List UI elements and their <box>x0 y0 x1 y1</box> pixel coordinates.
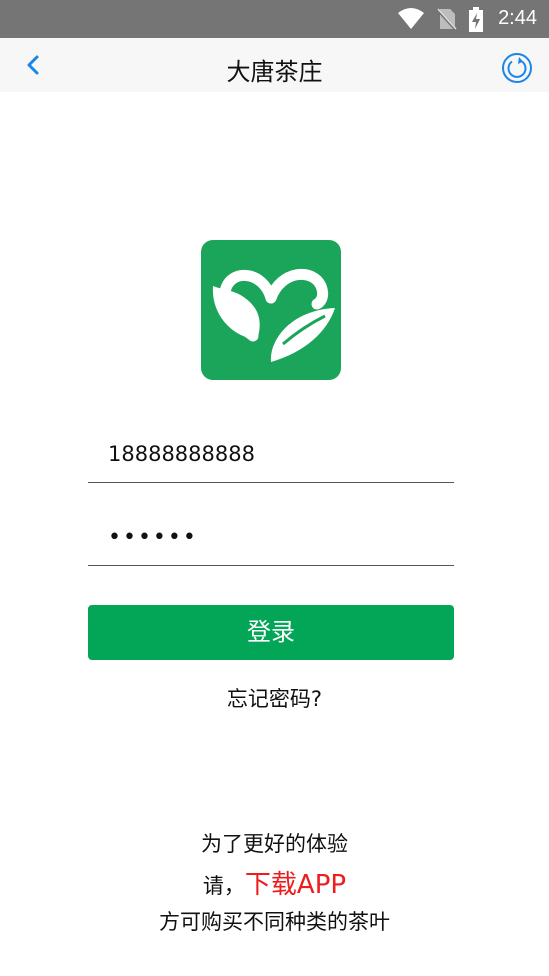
promo-prefix: 请， <box>202 874 245 898</box>
forgot-password-link[interactable]: 忘记密码? <box>0 683 549 713</box>
nav-bar: 大唐茶庄 <box>0 38 549 92</box>
login-button[interactable]: 登录 <box>88 605 454 660</box>
status-time: 2:44 <box>498 7 537 29</box>
page-title: 大唐茶庄 <box>226 58 323 86</box>
password-field[interactable] <box>88 510 454 566</box>
refresh-button[interactable] <box>501 52 533 84</box>
phone-field[interactable] <box>88 427 454 483</box>
heart-leaf-logo <box>212 268 335 362</box>
no-sim-icon <box>435 7 457 31</box>
phone-input[interactable] <box>108 437 454 471</box>
app-logo <box>201 240 341 380</box>
status-bar: 2:44 <box>0 0 549 38</box>
battery-charging-icon <box>469 7 483 32</box>
promo-line-3: 方可购买不同种类的茶叶 <box>159 910 390 934</box>
promo-line-2: 请，下载APP <box>0 864 549 901</box>
refresh-icon <box>502 53 532 83</box>
download-app-link[interactable]: 下载APP <box>245 870 346 900</box>
wifi-icon <box>398 8 424 29</box>
promo-line-1: 为了更好的体验 <box>201 832 348 856</box>
password-input[interactable] <box>108 520 454 554</box>
